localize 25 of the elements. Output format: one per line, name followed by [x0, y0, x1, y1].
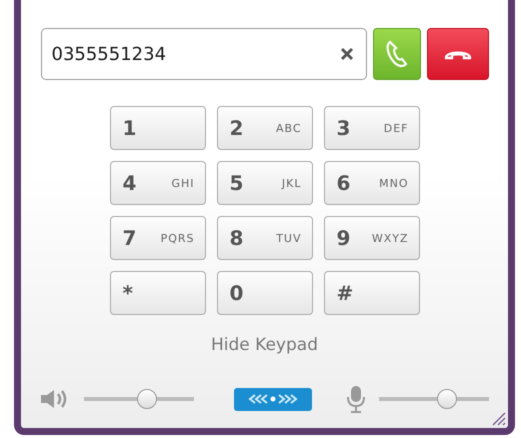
keypad-key[interactable]: 6 MNO [324, 161, 420, 205]
keypad-key[interactable]: * [110, 271, 206, 315]
keypad-key[interactable]: # [324, 271, 420, 315]
keypad-key[interactable]: 5 JKL [216, 161, 312, 205]
keypad-key[interactable]: 9 WXYZ [324, 216, 420, 260]
phone-icon [384, 39, 408, 69]
phone-number-input[interactable]: 0355551234 [52, 44, 340, 64]
connection-badge[interactable] [234, 388, 312, 410]
speaker-icon[interactable] [40, 389, 68, 409]
microphone-icon[interactable] [345, 385, 367, 413]
resize-grip-icon[interactable] [490, 410, 506, 426]
slider-thumb[interactable] [437, 389, 458, 409]
slider-thumb[interactable] [136, 389, 157, 409]
keypad-key[interactable]: 8 TUV [216, 216, 312, 260]
keypad-key[interactable]: 4 GHI [110, 161, 206, 205]
call-button[interactable] [372, 28, 420, 80]
keypad-key[interactable]: 0 [216, 271, 312, 315]
hide-keypad-link[interactable]: Hide Keypad [211, 335, 318, 355]
keypad-key[interactable]: 1 [110, 106, 206, 150]
keypad-key[interactable]: 3 DEF [324, 106, 420, 150]
phone-number-field[interactable]: 0355551234 [40, 28, 366, 80]
hang-up-button[interactable] [426, 28, 488, 80]
keypad-key[interactable]: 2 ABC [216, 106, 312, 150]
clear-icon[interactable] [340, 47, 354, 61]
keypad-key[interactable]: 7 PQRS [110, 216, 206, 260]
